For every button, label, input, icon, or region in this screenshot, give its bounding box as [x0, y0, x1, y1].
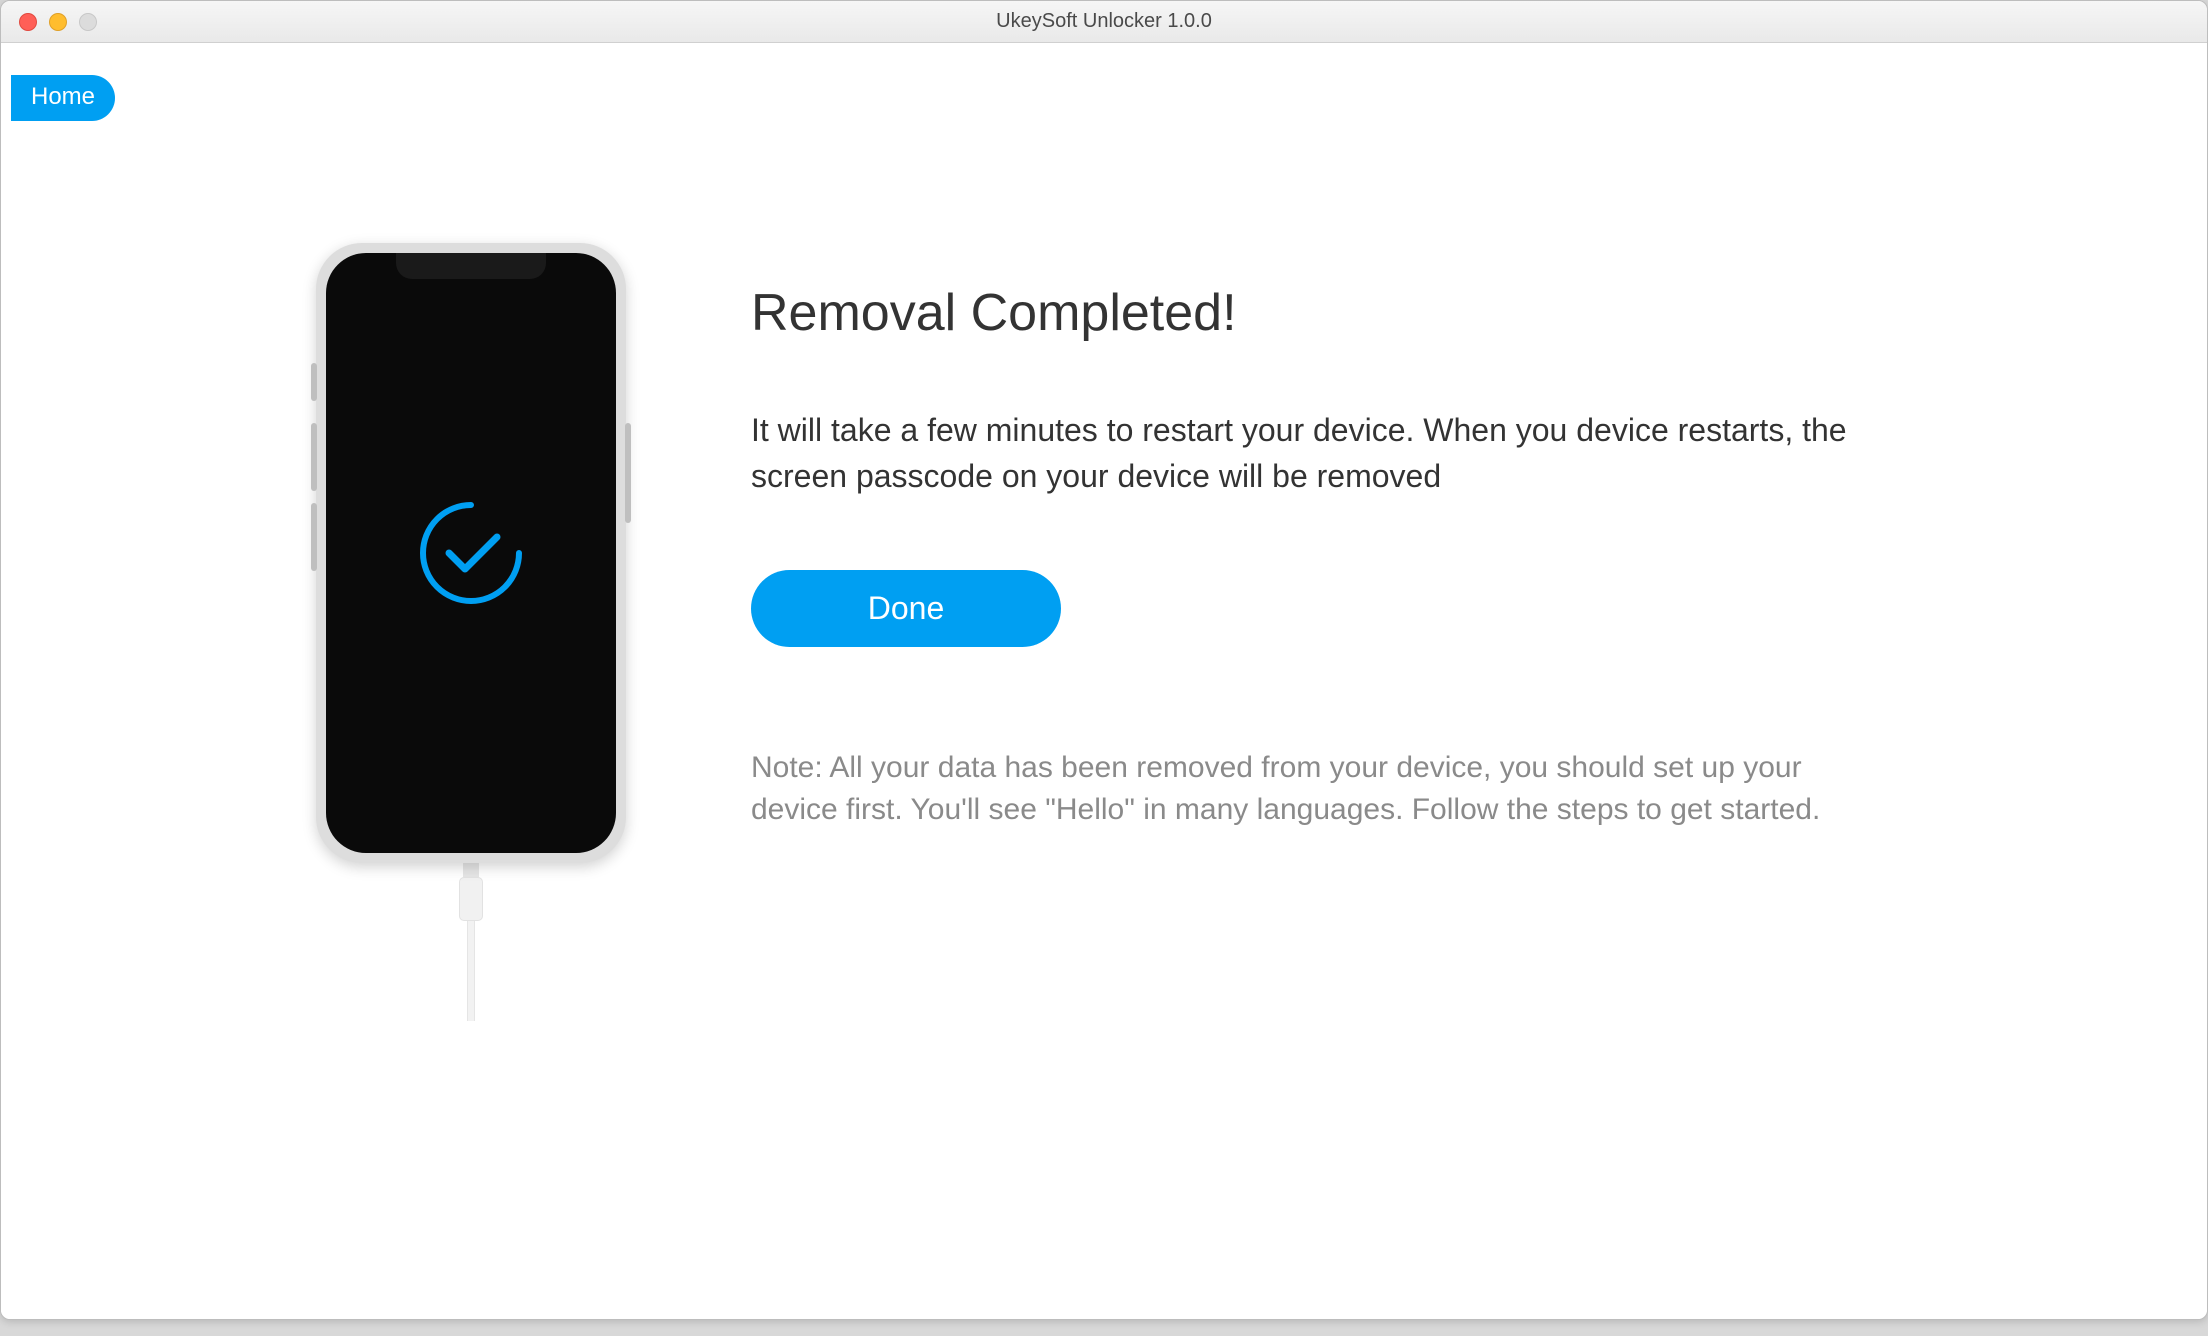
phone-screen-icon: [326, 253, 616, 853]
title-bar[interactable]: UkeySoft Unlocker 1.0.0: [1, 1, 2207, 43]
cable-icon: [458, 861, 484, 1021]
phone-side-button-icon: [311, 503, 317, 571]
window-title: UkeySoft Unlocker 1.0.0: [1, 10, 2207, 33]
body-text: It will take a few minutes to restart yo…: [751, 407, 1871, 500]
home-button[interactable]: Home: [11, 75, 115, 121]
note-text: Note: All your data has been removed fro…: [751, 747, 1881, 831]
maximize-window-button[interactable]: [79, 13, 97, 31]
close-window-button[interactable]: [19, 13, 37, 31]
checkmark-circle-icon: [411, 493, 531, 613]
content-area: Home: [1, 43, 2207, 1319]
phone-notch-icon: [396, 253, 546, 279]
main-row: Removal Completed! It will take a few mi…: [1, 43, 2207, 1021]
phone-side-button-icon: [311, 363, 317, 401]
phone-frame-icon: [316, 243, 626, 863]
home-button-label: Home: [31, 83, 95, 110]
phone-side-button-icon: [311, 423, 317, 491]
done-button[interactable]: Done: [751, 570, 1061, 647]
traffic-lights: [1, 13, 97, 31]
phone-side-button-icon: [625, 423, 631, 523]
done-button-label: Done: [868, 590, 945, 626]
text-column: Removal Completed! It will take a few mi…: [751, 243, 2207, 1021]
page-heading: Removal Completed!: [751, 283, 2057, 343]
app-window: UkeySoft Unlocker 1.0.0 Home: [0, 0, 2208, 1320]
device-illustration: [301, 243, 641, 1021]
minimize-window-button[interactable]: [49, 13, 67, 31]
